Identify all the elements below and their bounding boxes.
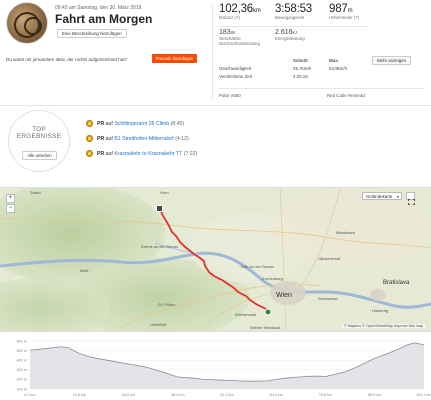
map-label: Wien bbox=[276, 292, 292, 299]
x-tick-label: 12,8 km bbox=[72, 393, 86, 397]
pr-item: PR auf Kraxnakehr to Kraxnakehr TT (7:22… bbox=[86, 150, 197, 159]
activity-date: 09:43 am Samstag, den 30. März 2019 bbox=[55, 5, 142, 11]
map-label: Bratislava bbox=[383, 280, 410, 286]
x-tick-label: 64,0 km bbox=[269, 393, 283, 397]
y-tick-label: 600 m bbox=[16, 339, 27, 343]
x-tick-label: 102,4 km bbox=[416, 393, 431, 397]
finish-marker bbox=[156, 205, 163, 212]
fullscreen-button[interactable] bbox=[406, 192, 415, 205]
notice-text: Du warst mit jemandem aktiv, der nichts … bbox=[6, 57, 128, 62]
map-label: Zwettl bbox=[30, 190, 41, 195]
medal-icon bbox=[86, 135, 93, 143]
map-attribution[interactable]: © Mapbox © OpenStreetMap Improve this ma… bbox=[341, 324, 425, 328]
col-avg-header: Schnitt bbox=[293, 58, 308, 63]
x-tick-label: 0,0 km bbox=[24, 393, 35, 397]
show-more-button[interactable]: Mehr anzeigen bbox=[372, 56, 412, 65]
map-label: Wiener Neustadt bbox=[250, 325, 281, 330]
elevation-area bbox=[30, 342, 424, 389]
elevation-svg: 600 m 500 m 400 m 300 m 200 m 100 m 0,0 km 12,8… bbox=[16, 339, 431, 397]
speed-avg: 25,7km/h bbox=[293, 66, 312, 71]
y-tick-label: 100 m bbox=[16, 387, 27, 391]
device-name: Polar V650 bbox=[219, 93, 241, 98]
power-stat: 183W Geschätzte Durchschnittsleistung bbox=[219, 29, 260, 46]
map-label: Mistelbach bbox=[336, 230, 355, 235]
map-label: Krems an der Donau bbox=[141, 244, 178, 249]
x-tick-label: 76,8 km bbox=[319, 393, 333, 397]
map-label: Korneuburg bbox=[262, 276, 283, 281]
show-all-button[interactable]: Alle ansehen bbox=[22, 151, 57, 160]
map-label: Schwechat bbox=[318, 296, 338, 301]
x-tick-label: 89,6 km bbox=[368, 393, 382, 397]
map-label: Wienerwald bbox=[235, 312, 256, 317]
moving-time-stat: 3:58:53 Bewegungszeit bbox=[275, 3, 312, 20]
map-label: Hainburg bbox=[372, 308, 388, 313]
top-results-badge bbox=[8, 110, 70, 172]
elapsed-value: 4:20:19 bbox=[293, 74, 308, 79]
y-tick-label: 400 m bbox=[16, 359, 27, 363]
x-tick-label: 25,6 km bbox=[122, 393, 136, 397]
map-label: Horn bbox=[160, 190, 169, 195]
zoom-out-button[interactable]: − bbox=[6, 204, 15, 213]
x-tick-label: 51,2 km bbox=[220, 393, 234, 397]
col-max-header: Max. bbox=[329, 58, 339, 63]
map-label: Gänserndorf bbox=[318, 256, 341, 261]
distance-stat: 102,36km Distanz (?) bbox=[219, 3, 261, 20]
start-marker bbox=[264, 308, 272, 316]
add-description-button[interactable]: Eine Beschreibung hinzufügen bbox=[57, 29, 127, 38]
map-label: Tulln an der Donau bbox=[240, 264, 274, 269]
y-tick-label: 300 m bbox=[16, 368, 27, 372]
segment-link[interactable]: B1 Streithofen-Mitterndorf bbox=[114, 136, 173, 142]
elevation-chart[interactable]: 600 m 500 m 400 m 300 m 200 m 100 m 0,0 km 12,8… bbox=[0, 333, 431, 400]
y-tick-label: 200 m bbox=[16, 378, 27, 382]
add-friends-button[interactable]: Freunde hinzufügen bbox=[152, 54, 198, 63]
y-tick-label: 500 m bbox=[16, 349, 27, 353]
avatar[interactable] bbox=[6, 2, 48, 44]
speed-max: 54,9km/h bbox=[329, 66, 348, 71]
medal-icon bbox=[86, 120, 93, 128]
energy-stat: 2.616kJ Energieleistung bbox=[275, 29, 305, 41]
elapsed-label: Verstrichene Zeit bbox=[219, 74, 252, 79]
segment-link[interactable]: Schiltingeramt 26 Climb bbox=[114, 121, 169, 127]
chevron-down-icon: ▾ bbox=[396, 194, 399, 199]
map-label: Melk bbox=[80, 268, 88, 273]
pr-item: PR auf B1 Streithofen-Mitterndorf (4:12) bbox=[86, 135, 189, 144]
speed-label: Geschwindigkeit bbox=[219, 66, 251, 71]
bike-name: Red Cube Rennrad bbox=[327, 93, 365, 98]
wheel-icon bbox=[24, 17, 42, 35]
activity-title: Fahrt am Morgen bbox=[55, 12, 153, 26]
map-label: Lilienfeld bbox=[150, 322, 166, 327]
zoom-in-button[interactable]: + bbox=[6, 194, 15, 203]
map-layer-select[interactable]: Geländekarte ▾ bbox=[362, 192, 402, 200]
map-canvas: Zwettl Horn Krems an der Donau Tulln an … bbox=[0, 188, 431, 331]
medal-icon bbox=[86, 150, 93, 158]
fullscreen-icon bbox=[408, 199, 415, 205]
pr-item: PR auf Schiltingeramt 26 Climb (8:45) bbox=[86, 120, 184, 129]
top-results-title: TOP ERGEBNISSE bbox=[16, 126, 62, 140]
map-label: St. Pölten bbox=[158, 302, 175, 307]
route-map[interactable]: Zwettl Horn Krems an der Donau Tulln an … bbox=[0, 187, 431, 332]
x-tick-label: 38,4 km bbox=[171, 393, 185, 397]
elevation-stat: 987m Höhenmeter (?) bbox=[329, 3, 360, 20]
segment-link[interactable]: Kraxnakehr to Kraxnakehr TT bbox=[114, 151, 182, 157]
